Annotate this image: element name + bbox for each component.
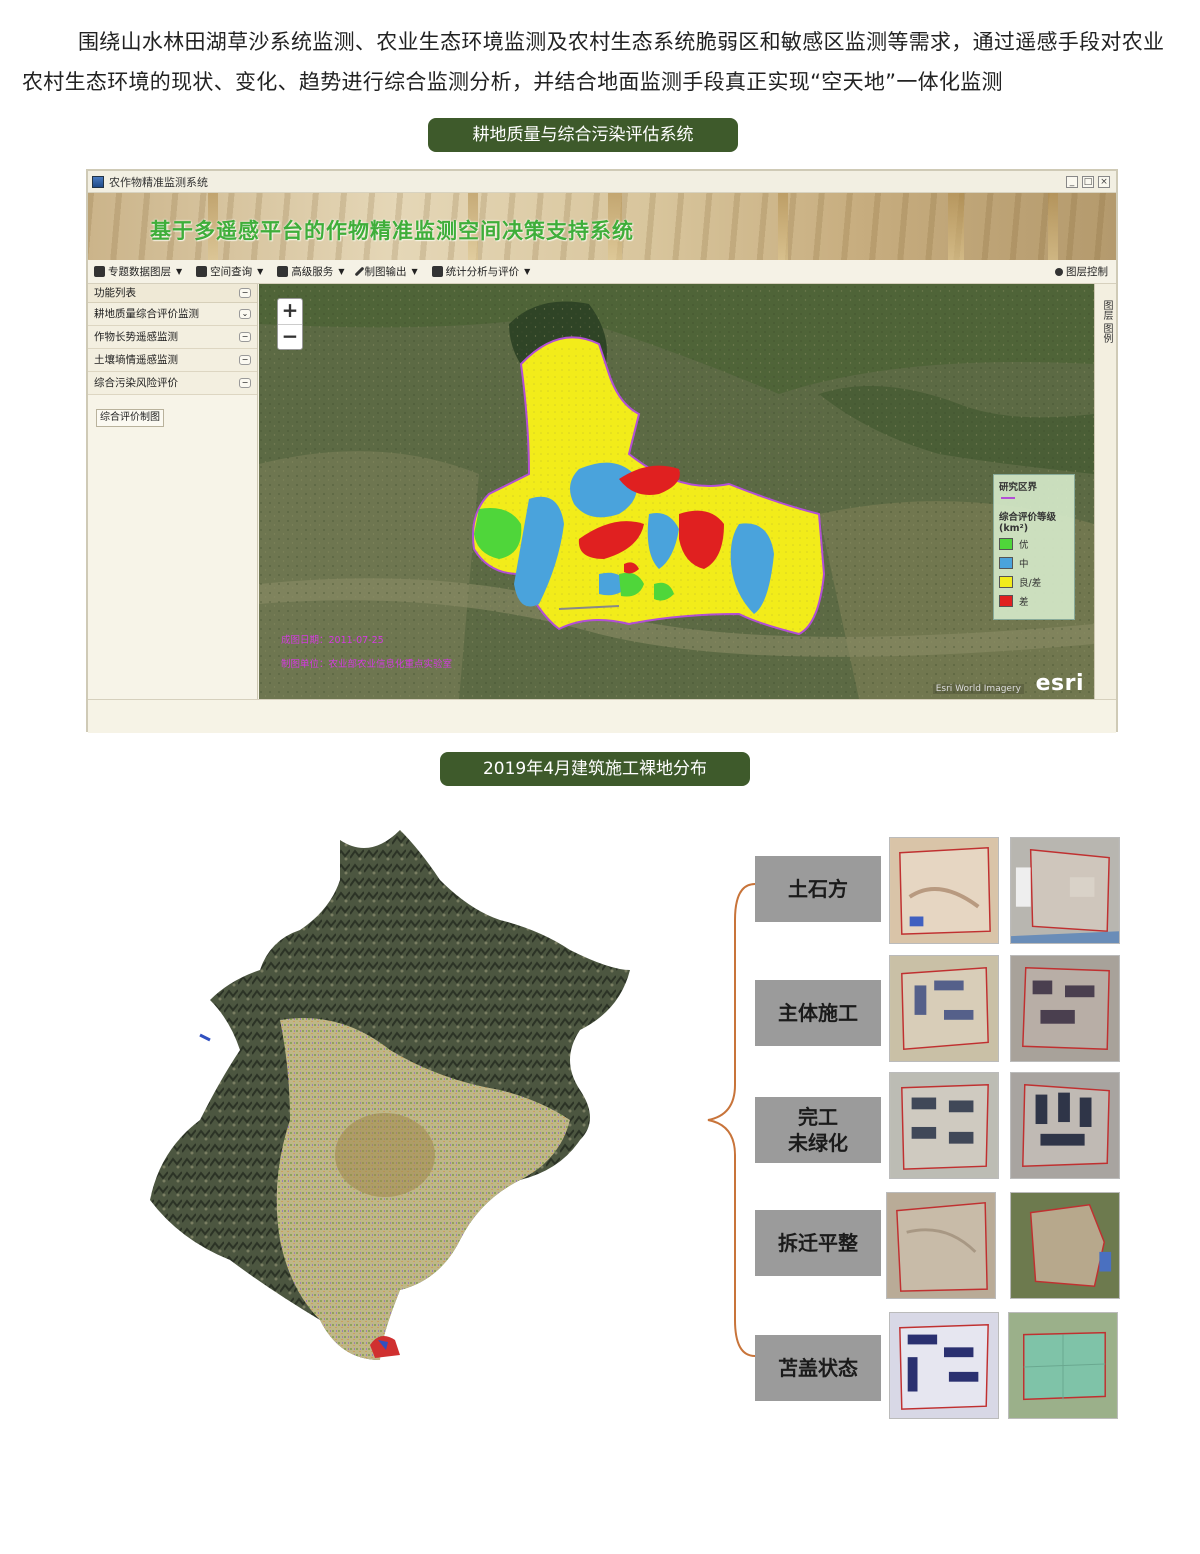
window-title: 农作物精准监测系统 (109, 175, 208, 189)
map-date-note: 成图日期：2011-07-25 (281, 635, 384, 646)
zoom-in-button[interactable]: + (278, 299, 302, 324)
category-brace (707, 883, 756, 1357)
legend-swatch (999, 557, 1013, 569)
legend-title: 研究区界 (999, 482, 1038, 493)
legend-item: 良/差 (999, 575, 1069, 589)
status-bar (88, 699, 1116, 733)
section-label-bare-land: 2019年4月建筑施工裸地分布 (440, 752, 750, 786)
app-icon (92, 175, 104, 188)
sidebar-header[interactable]: 功能列表 − (88, 284, 257, 303)
collapse-icon[interactable]: − (239, 378, 251, 388)
legend-item: 优 (999, 537, 1069, 551)
sidebar-item-soil-moisture[interactable]: 土壤墒情遥感监测 − (88, 349, 257, 372)
category-demolition-leveling: 拆迁平整 (755, 1210, 881, 1276)
thumbnail-covered-2 (1008, 1312, 1118, 1419)
sidebar-item-quality[interactable]: 耕地质量综合评价监测 ⌄ (88, 303, 257, 326)
thumbnail-main-construction-1 (889, 955, 999, 1062)
app-window: 农作物精准监测系统 _ □ × 基于多遥感平台的作物精准监测空间决策支持系统 专… (86, 169, 1118, 733)
category-completed-not-greened: 完工 未绿化 (755, 1097, 881, 1163)
thumbnail-completed-1 (889, 1072, 999, 1179)
toolbar-layer-control[interactable]: 图层控制 (1055, 264, 1108, 279)
toolbar-layers[interactable]: 专题数据图层 ▼ (94, 264, 182, 279)
thumbnail-main-construction-2 (1010, 955, 1120, 1062)
collapse-icon[interactable]: − (239, 332, 251, 342)
chevron-down-icon: ▼ (257, 267, 264, 276)
map-legend: 研究区界 综合评价等级(km²) 优 中 良/差 差 (993, 474, 1075, 620)
sidebar-item-growth[interactable]: 作物长势遥感监测 − (88, 326, 257, 349)
thumbnail-demolition-2 (1010, 1192, 1120, 1299)
thumbnail-earthwork-2 (1010, 837, 1120, 944)
app-banner: 基于多遥感平台的作物精准监测空间决策支持系统 (88, 193, 1116, 260)
legend-swatch (999, 576, 1013, 588)
layer-panel-label: 图层 图例 (1101, 300, 1112, 344)
chevron-down-icon: ▼ (411, 267, 418, 276)
thumbnail-completed-2 (1010, 1072, 1120, 1179)
pen-icon (355, 266, 365, 277)
minimize-button[interactable]: _ (1066, 175, 1078, 188)
sidebar-item-pollution[interactable]: 综合污染风险评价 − (88, 372, 257, 395)
window-titlebar: 农作物精准监测系统 _ □ × (88, 171, 1116, 193)
collapse-icon[interactable]: − (239, 288, 251, 298)
query-icon (196, 266, 208, 277)
section-label-cultivated-land: 耕地质量与综合污染评估系统 (428, 118, 738, 152)
collapse-icon[interactable]: − (239, 355, 251, 365)
maximize-button[interactable]: □ (1082, 175, 1094, 188)
map-attribution: Esri World Imagery (932, 684, 1024, 694)
legend-subtitle: 综合评价等级(km²) (999, 512, 1057, 534)
category-earthwork: 土石方 (755, 856, 881, 922)
thumbnail-demolition-1 (886, 1192, 996, 1299)
toolbar-analysis[interactable]: 统计分析与评价 ▼ (431, 264, 531, 279)
thumbnail-earthwork-1 (889, 837, 999, 944)
map-unit-note: 制图单位：农业部农业信息化重点实验室 (281, 659, 453, 670)
chevron-down-icon: ▼ (176, 267, 183, 276)
intro-paragraph: 围绕山水林田湖草沙系统监测、农业生态环境监测及农村生态系统脆弱区和敏感区监测等需… (22, 30, 1165, 94)
function-sidebar: 功能列表 − 耕地质量综合评价监测 ⌄ 作物长势遥感监测 − 土壤墒情遥感监测 − 综合… (88, 284, 258, 699)
zoom-out-button[interactable]: − (278, 324, 302, 349)
satellite-imagery (259, 284, 1094, 699)
layer-control-icon (1055, 267, 1063, 276)
legend-boundary-swatch (1001, 497, 1015, 499)
chart-icon (431, 266, 443, 277)
expand-icon[interactable]: ⌄ (239, 309, 251, 319)
service-icon (277, 266, 289, 277)
category-covered: 苫盖状态 (755, 1335, 881, 1401)
thumbnail-covered-1 (889, 1312, 999, 1419)
chevron-down-icon: ▼ (338, 267, 345, 276)
banner-title: 基于多遥感平台的作物精准监测空间决策支持系统 (150, 219, 634, 243)
legend-item: 差 (999, 594, 1069, 608)
category-main-construction: 主体施工 (755, 980, 881, 1046)
legend-swatch (999, 538, 1013, 550)
layers-icon (94, 266, 105, 277)
beijing-bare-land-map (150, 830, 630, 1360)
layer-panel-tab[interactable]: 图层 图例 (1094, 284, 1116, 699)
main-toolbar: 专题数据图层 ▼ 空间查询 ▼ 高级服务 ▼ 制图输出 ▼ 统计分析与评价 ▼ 图层控制 (88, 260, 1116, 284)
toolbar-mapping[interactable]: 制图输出 ▼ (355, 264, 418, 279)
toolbar-service[interactable]: 高级服务 ▼ (277, 264, 344, 279)
evaluation-mapping-button[interactable]: 综合评价制图 (96, 409, 164, 427)
chevron-down-icon: ▼ (524, 267, 531, 276)
esri-logo: esri (1035, 671, 1084, 696)
zoom-control: + − (277, 298, 303, 350)
map-view[interactable]: + − 研究区界 综合评价等级(km²) 优 中 良/差 差 成图日期：2011… (259, 284, 1094, 699)
close-button[interactable]: × (1098, 175, 1110, 188)
toolbar-query[interactable]: 空间查询 ▼ (196, 264, 263, 279)
legend-swatch (999, 595, 1013, 607)
legend-item: 中 (999, 556, 1069, 570)
